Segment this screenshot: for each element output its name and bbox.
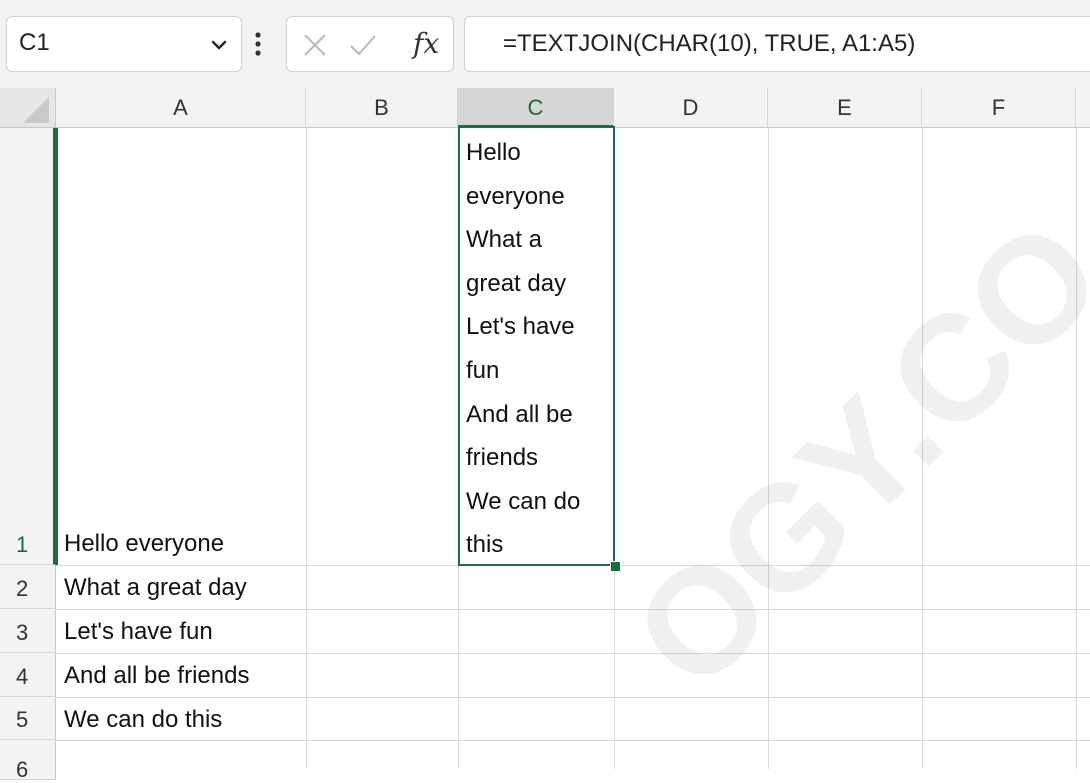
cell-c1-line: this: [466, 531, 504, 559]
cell-a4[interactable]: And all be friends: [64, 662, 249, 690]
name-box-value: C1: [19, 29, 50, 56]
gridline: [768, 128, 769, 769]
cell-c1[interactable]: Hello everyone What a great day Let's ha…: [466, 131, 580, 567]
formula-bar: C1 fx =TEXTJOIN(CHAR(10), TRUE, A1:A5): [0, 8, 1090, 88]
column-header-f[interactable]: F: [922, 88, 1076, 128]
row-header-6[interactable]: 6: [0, 740, 56, 782]
gridline: [458, 128, 459, 769]
gridline: [56, 697, 1090, 698]
row1-highlight-edge: [56, 128, 58, 565]
column-header-c[interactable]: C: [458, 88, 614, 128]
row-header-4[interactable]: 4: [0, 653, 56, 697]
column-header-b[interactable]: B: [306, 88, 458, 128]
insert-function-icon[interactable]: fx: [413, 27, 439, 60]
cell-c1-line: And all be: [466, 400, 573, 428]
gridline: [922, 128, 923, 769]
cancel-icon[interactable]: [303, 33, 327, 57]
cell-c1-line: everyone: [466, 182, 565, 210]
chevron-down-icon[interactable]: [211, 39, 227, 51]
gridline: [56, 740, 1090, 741]
column-header-g[interactable]: [1076, 88, 1090, 128]
column-header-d[interactable]: D: [614, 88, 768, 128]
formula-text: =TEXTJOIN(CHAR(10), TRUE, A1:A5): [503, 30, 916, 57]
cell-a5[interactable]: We can do this: [64, 706, 222, 734]
more-options-icon[interactable]: [254, 30, 262, 58]
cell-c1-line: What a: [466, 226, 543, 254]
cell-a1[interactable]: Hello everyone: [64, 530, 224, 558]
gridline: [56, 653, 1090, 654]
formula-controls: fx: [286, 16, 454, 72]
watermark: OGY.CO: [601, 188, 1090, 721]
row-header-2[interactable]: 2: [0, 565, 56, 609]
enter-icon[interactable]: [349, 33, 377, 57]
gridline: [56, 609, 1090, 610]
column-header-a[interactable]: A: [56, 88, 306, 128]
row-header-5[interactable]: 5: [0, 697, 56, 740]
row-header-1[interactable]: 1: [0, 128, 56, 565]
select-all-icon: [23, 97, 49, 123]
cell-a3[interactable]: Let's have fun: [64, 618, 213, 646]
cell-c1-line: Hello: [466, 139, 521, 166]
gridline: [614, 128, 615, 769]
column-header-e[interactable]: E: [768, 88, 922, 128]
select-all-corner[interactable]: [0, 88, 56, 128]
formula-input[interactable]: =TEXTJOIN(CHAR(10), TRUE, A1:A5): [464, 16, 1090, 72]
top-strip: [0, 0, 1090, 8]
cell-c1-line: great day: [466, 269, 567, 297]
cell-c1-line: Let's have: [466, 313, 575, 341]
name-box[interactable]: C1: [6, 16, 242, 72]
cell-c1-line: We can do: [466, 487, 581, 515]
cell-a2[interactable]: What a great day: [64, 574, 247, 602]
row-header-3[interactable]: 3: [0, 609, 56, 653]
cell-c1-line: fun: [466, 356, 500, 384]
gridline: [306, 128, 307, 769]
fill-handle[interactable]: [610, 561, 621, 572]
gridline: [1076, 128, 1077, 769]
cell-c1-line: friends: [466, 444, 539, 472]
